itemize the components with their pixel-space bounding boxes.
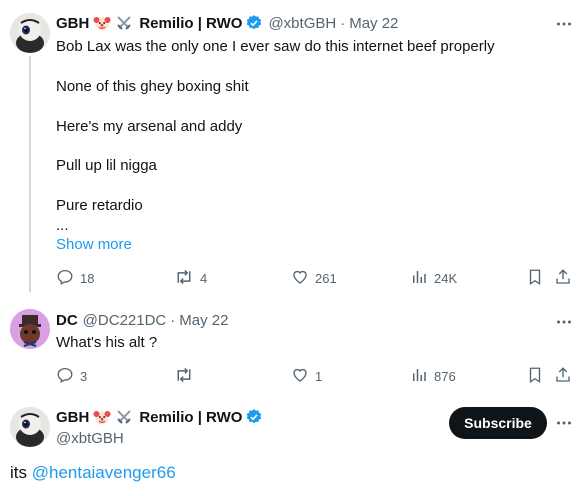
tweet-text-line: Bob Lax was the only one I ever saw do t… (56, 38, 495, 55)
tweet-text-line: Here's my arsenal and addy (56, 118, 243, 135)
like-icon (291, 366, 315, 387)
share-button[interactable] (554, 366, 578, 387)
timestamp[interactable]: May 22 (179, 312, 228, 329)
crossed-swords-emoji-icon (115, 14, 133, 32)
bookmark-button[interactable] (526, 268, 550, 289)
mention-link[interactable]: @hentaiavenger66 (32, 463, 176, 482)
reply-button[interactable]: 3 (56, 366, 87, 387)
views-icon (410, 366, 434, 387)
community-name[interactable]: Remilio | RWO (139, 409, 242, 426)
display-name[interactable]: DC (56, 312, 78, 329)
tweet-text-line: Pull up lil nigga (56, 157, 157, 174)
tweet-text-ellipsis: ... (56, 217, 69, 234)
handle[interactable]: @xbtGBH (268, 15, 336, 32)
tweet2-action-bar: 3 1 876 (56, 366, 574, 386)
tweet-text-line: Pure retardio (56, 197, 143, 214)
clown-emoji-icon (93, 408, 111, 426)
avatar-gbh[interactable] (10, 13, 50, 53)
like-count: 261 (315, 271, 337, 286)
reply-count: 3 (80, 369, 88, 384)
tweet1-action-bar: 18 4 261 24K (56, 268, 574, 288)
reply-icon (56, 366, 80, 387)
display-name[interactable]: GBH (56, 15, 89, 32)
like-button[interactable]: 1 (291, 366, 322, 387)
crossed-swords-emoji-icon (115, 408, 133, 426)
clown-emoji-icon (93, 14, 111, 32)
repost-button[interactable] (174, 366, 200, 387)
views-button[interactable]: 24K (410, 268, 457, 289)
more-options-icon[interactable] (554, 14, 574, 34)
thread-connector-line (29, 56, 31, 292)
avatar-gbh[interactable] (10, 407, 50, 447)
tweet-text-line: None of this ghey boxing shit (56, 78, 249, 95)
more-options-icon[interactable] (554, 413, 574, 433)
show-more-link[interactable]: Show more (56, 236, 132, 253)
verified-badge-icon (245, 408, 263, 426)
repost-button[interactable]: 4 (174, 268, 207, 289)
views-icon (410, 268, 434, 289)
repost-icon (174, 268, 200, 289)
repost-count: 4 (200, 271, 208, 286)
handle[interactable]: @DC221DC (83, 312, 167, 329)
reply-text: its @hentaiavenger66 (10, 463, 176, 483)
bookmark-icon (526, 366, 550, 387)
share-icon (554, 366, 578, 387)
timestamp[interactable]: May 22 (349, 15, 398, 32)
repost-icon (174, 366, 200, 387)
like-count: 1 (315, 369, 323, 384)
like-button[interactable]: 261 (291, 268, 337, 289)
display-name[interactable]: GBH (56, 409, 89, 426)
share-icon (554, 268, 578, 289)
separator: · (340, 14, 346, 32)
views-button[interactable]: 876 (410, 366, 456, 387)
separator: · (170, 312, 176, 329)
reply-count: 18 (80, 271, 95, 286)
avatar-dc[interactable] (10, 309, 50, 349)
subscribe-button[interactable]: Subscribe (449, 407, 547, 439)
share-button[interactable] (554, 268, 578, 289)
bookmark-icon (526, 268, 550, 289)
more-options-icon[interactable] (554, 312, 574, 332)
verified-badge-icon (245, 14, 263, 32)
tweet-text: What's his alt ? (56, 334, 158, 351)
community-name[interactable]: Remilio | RWO (139, 15, 242, 32)
bookmark-button[interactable] (526, 366, 550, 387)
like-icon (291, 268, 315, 289)
reply-text-prefix: its (10, 463, 32, 482)
handle[interactable]: @xbtGBH (56, 430, 124, 447)
reply-icon (56, 268, 80, 289)
views-count: 876 (434, 369, 456, 384)
reply-header: GBH Remilio | RWO (56, 408, 263, 426)
views-count: 24K (434, 271, 458, 286)
tweet2-header: DC @DC221DC · May 22 (56, 312, 228, 329)
reply-button[interactable]: 18 (56, 268, 94, 289)
tweet1-header: GBH Remilio | RWO @xbtGBH · May 22 (56, 14, 398, 32)
